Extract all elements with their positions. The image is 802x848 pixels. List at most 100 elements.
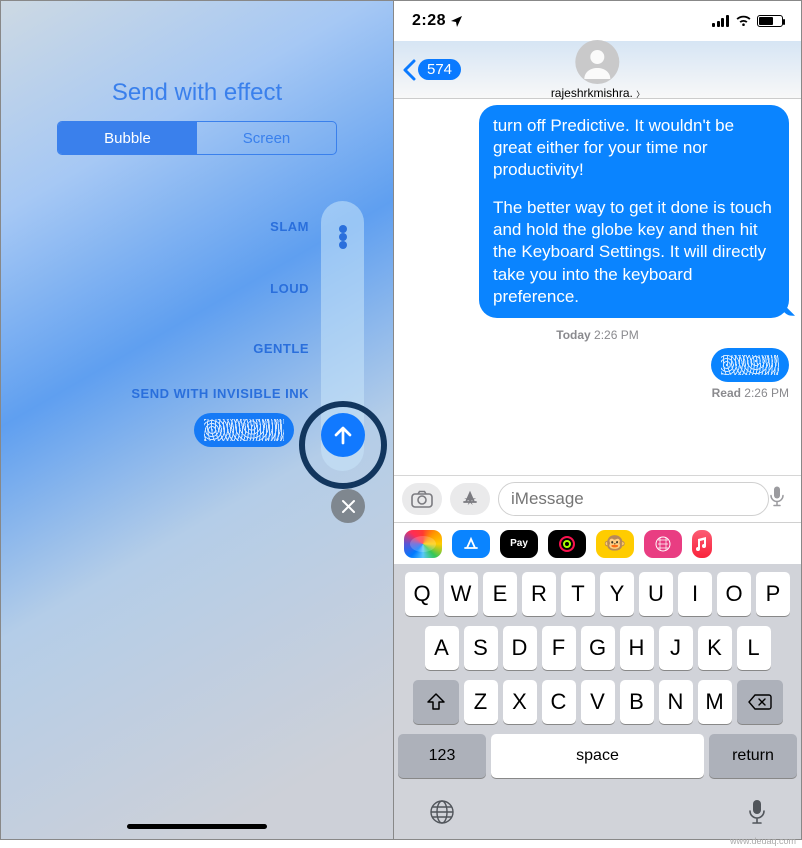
key-j[interactable]: J [659,626,693,670]
ink-particles [204,419,284,441]
key-y[interactable]: Y [600,572,634,616]
timestamp: Today 2:26 PM [406,328,789,342]
memoji-icon[interactable]: 🐵 [596,530,634,558]
space-key[interactable]: space [491,734,704,778]
effect-title: Send with effect [1,79,393,107]
key-l[interactable]: L [737,626,771,670]
segmented-control: Bubble Screen [57,121,337,155]
send-with-effect-screen: Send with effect Bubble Screen SLAM LOUD… [1,1,394,839]
key-p[interactable]: P [756,572,790,616]
navigation-bar: 574 rajeshrkmishra. 〉 [394,41,801,99]
effect-loud-label: LOUD [270,281,309,296]
key-m[interactable]: M [698,680,732,724]
arrow-up-icon [332,424,354,446]
cellular-signal-icon [712,15,730,27]
unread-badge: 574 [418,59,461,80]
close-button[interactable] [331,489,365,523]
invisible-ink-message[interactable] [711,348,789,382]
shift-key[interactable] [413,680,459,724]
key-t[interactable]: T [561,572,595,616]
messages-list[interactable]: turn off Predictive. It wouldn't be grea… [394,99,801,475]
microphone-icon [747,798,767,826]
read-receipt: Read 2:26 PM [406,386,789,400]
app-store-strip-icon[interactable] [452,530,490,558]
key-w[interactable]: W [444,572,478,616]
apple-pay-icon[interactable]: Pay [500,530,538,558]
contact-header[interactable]: rajeshrkmishra. 〉 [551,40,644,100]
effect-gentle-label: GENTLE [253,341,309,356]
microphone-icon [769,486,785,508]
keyboard-row-3: ZXCVBNM [398,680,797,724]
globe-key[interactable] [428,798,456,831]
effect-invisible-ink-label: SEND WITH INVISIBLE INK [131,386,309,401]
key-i[interactable]: I [678,572,712,616]
key-h[interactable]: H [620,626,654,670]
ink-particles [721,355,779,375]
app-strip: Pay 🐵 [394,522,801,564]
chevron-left-icon [402,59,416,81]
key-x[interactable]: X [503,680,537,724]
message-bubble[interactable]: turn off Predictive. It wouldn't be grea… [479,105,789,318]
key-z[interactable]: Z [464,680,498,724]
message-input[interactable] [498,482,769,516]
tab-screen[interactable]: Screen [197,122,336,154]
message-input-bar [394,475,801,522]
keyboard-row-4: 123 space return [398,734,797,778]
camera-button[interactable] [402,483,442,515]
x-icon [341,499,356,514]
effect-dot-slam[interactable] [339,225,347,233]
key-q[interactable]: Q [405,572,439,616]
activity-icon[interactable] [548,530,586,558]
backspace-icon [748,693,772,711]
key-r[interactable]: R [522,572,556,616]
key-k[interactable]: K [698,626,732,670]
tab-bubble[interactable]: Bubble [58,122,197,154]
messages-conversation-screen: 2:28 574 rajeshrkmishra. 〉 [394,1,801,839]
key-a[interactable]: A [425,626,459,670]
key-e[interactable]: E [483,572,517,616]
app-store-icon [460,489,480,509]
dictation-key[interactable] [747,798,767,831]
shift-icon [426,693,446,711]
music-icon[interactable] [692,530,712,558]
keyboard-row-2: ASDFGHJKL [398,626,797,670]
contact-name: rajeshrkmishra. 〉 [551,86,644,100]
send-button[interactable] [321,413,365,457]
avatar [576,40,620,84]
key-n[interactable]: N [659,680,693,724]
key-v[interactable]: V [581,680,615,724]
battery-icon [757,15,783,27]
home-indicator[interactable] [127,824,267,829]
digital-touch-icon[interactable] [644,530,682,558]
effect-dot-gentle[interactable] [339,241,347,249]
return-key[interactable]: return [709,734,797,778]
keyboard-row-1: QWERTYUIOP [398,572,797,616]
wifi-icon [735,15,752,27]
key-u[interactable]: U [639,572,673,616]
key-g[interactable]: G [581,626,615,670]
key-b[interactable]: B [620,680,654,724]
globe-icon [428,798,456,826]
key-o[interactable]: O [717,572,751,616]
message-text: turn off Predictive. It wouldn't be grea… [493,115,775,181]
key-f[interactable]: F [542,626,576,670]
key-s[interactable]: S [464,626,498,670]
effect-selector-track [321,201,364,471]
key-d[interactable]: D [503,626,537,670]
camera-icon [411,490,433,508]
backspace-key[interactable] [737,680,783,724]
effect-slam-label: SLAM [270,219,309,234]
effect-dot-loud[interactable] [339,233,347,241]
location-arrow-icon [450,15,463,28]
key-c[interactable]: C [542,680,576,724]
keyboard: QWERTYUIOP ASDFGHJKL ZXCVBNM 123 space r… [394,564,801,839]
photos-app-icon[interactable] [404,530,442,558]
message-text: The better way to get it done is touch a… [493,197,775,307]
back-button[interactable]: 574 [394,59,461,81]
numbers-key[interactable]: 123 [398,734,486,778]
app-store-button[interactable] [450,483,490,515]
person-icon [579,43,617,81]
invisible-ink-preview [194,413,294,447]
dictation-button[interactable] [769,486,785,513]
status-time: 2:28 [412,12,446,30]
